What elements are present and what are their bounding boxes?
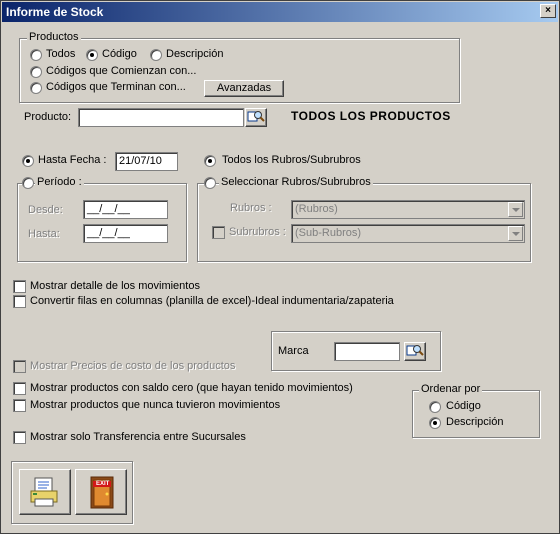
radio-ordenar-codigo[interactable] <box>429 401 441 413</box>
subrubros-select[interactable]: (Sub-Rubros) <box>291 224 525 243</box>
radio-codigo-label: Código <box>102 48 137 60</box>
transferencia-label: Mostrar solo Transferencia entre Sucursa… <box>30 431 246 443</box>
hasta-fecha-label: Hasta Fecha : <box>38 154 107 166</box>
informe-stock-window: Informe de Stock × Productos Todos Códig… <box>0 0 560 534</box>
rubros-group <box>197 183 531 262</box>
avanzadas-button[interactable]: Avanzadas <box>204 80 284 97</box>
hasta-input[interactable]: __/__/__ <box>83 224 168 243</box>
mostrar-detalle-checkbox[interactable] <box>13 280 26 293</box>
search-icon <box>247 111 265 122</box>
transferencia-checkbox[interactable] <box>13 431 26 444</box>
saldo-cero-checkbox[interactable] <box>13 382 26 395</box>
nunca-movimientos-checkbox[interactable] <box>13 399 26 412</box>
saldo-cero-label: Mostrar productos con saldo cero (que ha… <box>30 382 353 394</box>
desde-label: Desde: <box>28 204 63 216</box>
printer-report-icon <box>30 477 58 507</box>
window-title: Informe de Stock <box>6 5 104 19</box>
nunca-movimientos-label: Mostrar productos que nunca tuvieron mov… <box>30 399 281 411</box>
radio-hasta-fecha[interactable] <box>22 155 34 167</box>
ordenar-group <box>412 390 540 438</box>
producto-label: Producto: <box>24 111 72 123</box>
radio-comienzan-label: Códigos que Comienzan con... <box>46 65 197 77</box>
close-button[interactable]: × <box>540 4 556 18</box>
ordenar-codigo-label: Código <box>446 400 481 412</box>
productos-legend: Productos <box>27 31 81 43</box>
subrubros-checkbox[interactable] <box>212 226 225 239</box>
hasta-label: Hasta: <box>28 228 60 240</box>
convertir-filas-checkbox[interactable] <box>13 295 26 308</box>
periodo-legend: Período : <box>35 176 84 188</box>
radio-todos-rubros[interactable] <box>204 155 216 167</box>
ordenar-descripcion-label: Descripción <box>446 416 504 428</box>
chevron-down-icon <box>508 202 523 217</box>
todos-rubros-label: Todos los Rubros/Subrubros <box>222 154 361 166</box>
radio-periodo[interactable] <box>22 177 34 189</box>
marca-input[interactable] <box>334 342 400 361</box>
radio-codigo[interactable] <box>86 49 98 61</box>
exit-door-icon <box>90 476 114 509</box>
marca-label: Marca <box>278 345 309 357</box>
radio-seleccionar-rubros[interactable] <box>204 177 216 189</box>
chevron-down-icon <box>508 226 523 241</box>
producto-input[interactable] <box>78 108 244 127</box>
exit-button[interactable]: EXIT <box>75 469 127 515</box>
search-icon <box>406 345 424 356</box>
radio-terminan[interactable] <box>30 82 42 94</box>
radio-comienzan[interactable] <box>30 66 42 78</box>
radio-todos[interactable] <box>30 49 42 61</box>
hasta-fecha-input[interactable]: 21/07/10 <box>115 152 178 171</box>
rubros-select-value: (Rubros) <box>295 203 338 215</box>
desde-input[interactable]: __/__/__ <box>83 200 168 219</box>
seleccionar-rubros-legend: Seleccionar Rubros/Subrubros <box>219 176 373 188</box>
rubros-label: Rubros : <box>230 202 272 214</box>
radio-ordenar-descripcion[interactable] <box>429 417 441 429</box>
ordenar-legend: Ordenar por <box>419 383 483 395</box>
mostrar-precios-checkbox[interactable] <box>13 360 26 373</box>
todos-productos-text: TODOS LOS PRODUCTOS <box>291 109 451 123</box>
radio-todos-label: Todos <box>46 48 76 60</box>
exit-sign-text: EXIT <box>96 481 110 487</box>
mostrar-precios-label: Mostrar Precios de costo de los producto… <box>30 360 236 372</box>
marca-search-button[interactable] <box>404 342 426 361</box>
print-report-button[interactable] <box>19 469 71 515</box>
radio-descripcion[interactable] <box>150 49 162 61</box>
periodo-group <box>17 183 187 262</box>
subrubros-select-value: (Sub-Rubros) <box>295 227 362 239</box>
rubros-select[interactable]: (Rubros) <box>291 200 525 219</box>
convertir-filas-label: Convertir filas en columnas (planilla de… <box>30 295 394 307</box>
radio-descripcion-label: Descripción <box>166 48 224 60</box>
mostrar-detalle-label: Mostrar detalle de los movimientos <box>30 280 200 292</box>
radio-terminan-label: Códigos que Terminan con... <box>46 81 186 93</box>
subrubros-label: Subrubros : <box>229 226 286 238</box>
producto-search-button[interactable] <box>245 108 267 127</box>
title-bar: Informe de Stock × <box>2 2 558 22</box>
